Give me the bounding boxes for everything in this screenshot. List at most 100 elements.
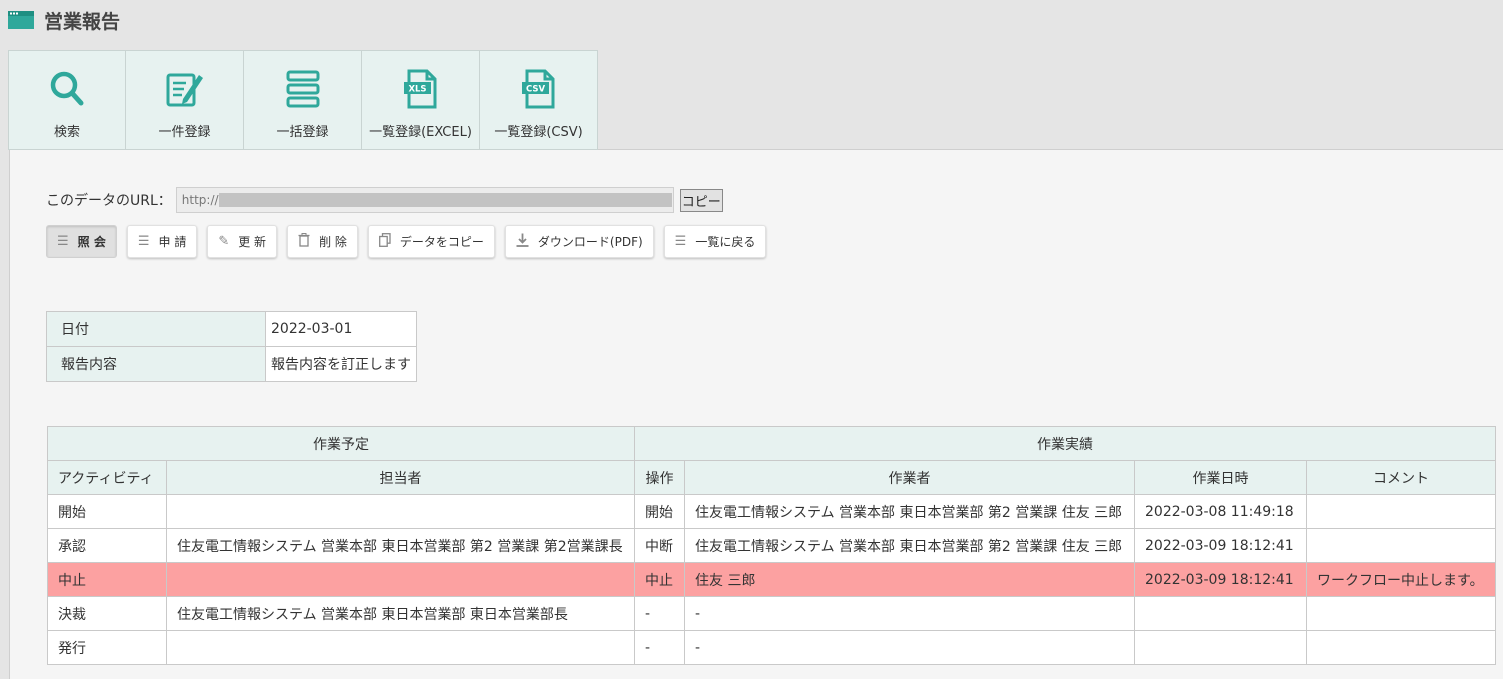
content-panel: このデータのURL： http:// コピー ☰ 照 会 ☰ 申 請 ✎ 更 新… [9, 149, 1503, 679]
toolbar: 検索 一件登録 一括登録 XLS 一覧登録(EXCEL) CSV 一覧登録(CS… [8, 50, 598, 150]
excel-register-label: 一覧登録(EXCEL) [369, 125, 472, 140]
operation-cell: 開始 [634, 494, 685, 529]
list-stack-icon [286, 70, 319, 108]
search-icon [50, 71, 84, 106]
date-label: 日付 [46, 311, 266, 347]
date-value: 2022-03-01 [265, 311, 417, 347]
worker-cell: - [684, 630, 1135, 665]
activity-cell: 開始 [47, 494, 167, 529]
operation-cell: - [634, 596, 685, 631]
worker-cell: 住友電工情報システム 営業本部 東日本営業部 第2 営業課 住友 三郎 [684, 528, 1135, 563]
assignee-header: 担当者 [166, 460, 635, 495]
url-redacted [218, 193, 672, 207]
delete-button-label: 削 除 [319, 235, 347, 249]
update-button[interactable]: ✎ 更 新 [207, 225, 278, 258]
download-icon [516, 233, 529, 251]
trash-icon [298, 232, 310, 251]
view-button-label: 照 会 [77, 235, 106, 249]
back-to-list-button[interactable]: ☰ 一覧に戻る [663, 225, 767, 258]
workflow-group-header: 作業予定 作業実績 [47, 426, 1496, 461]
copy-url-button[interactable]: コピー [679, 188, 723, 212]
pencil-icon: ✎ [218, 234, 230, 249]
edit-form-icon [166, 73, 203, 107]
list-icon: ☰ [674, 234, 687, 249]
comment-cell [1306, 596, 1496, 631]
operation-cell: - [634, 630, 685, 665]
page-header: 営業報告 [8, 6, 120, 34]
apply-button-label: 申 請 [158, 235, 187, 249]
url-field[interactable]: http:// [175, 187, 674, 213]
page-title: 営業報告 [44, 10, 121, 33]
table-row: 開始 開始 住友電工情報システム 営業本部 東日本営業部 第2 営業課 住友 三… [47, 494, 1496, 529]
datetime-cell [1134, 630, 1307, 665]
url-label: このデータのURL： [46, 193, 172, 209]
list-icon: ☰ [137, 234, 150, 249]
copy-icon [378, 232, 391, 251]
download-pdf-button-label: ダウンロード(PDF) [537, 235, 643, 249]
bulk-register-button[interactable]: 一括登録 [244, 50, 362, 150]
table-row: 発行 - - [47, 630, 1496, 665]
actual-group-header: 作業実績 [634, 426, 1496, 461]
csv-register-label: 一覧登録(CSV) [494, 125, 583, 140]
action-bar: ☰ 照 会 ☰ 申 請 ✎ 更 新 削 除 データをコピー ダウンロード(PDF… [46, 225, 776, 258]
csv-badge: CSV [525, 85, 545, 95]
table-row: 決裁 住友電工情報システム 営業本部 東日本営業部 東日本営業部長 - - [47, 596, 1496, 631]
copy-data-button[interactable]: データをコピー [367, 225, 495, 258]
list-icon: ☰ [57, 234, 69, 249]
worker-cell: - [684, 596, 1135, 631]
view-button[interactable]: ☰ 照 会 [46, 225, 117, 258]
datetime-cell: 2022-03-08 11:49:18 [1134, 494, 1307, 529]
worker-cell: 住友 三郎 [684, 562, 1135, 597]
url-prefix: http:// [181, 193, 219, 207]
single-register-button[interactable]: 一件登録 [126, 50, 244, 150]
datetime-cell: 2022-03-09 18:12:41 [1134, 562, 1307, 597]
search-tool-label: 検索 [53, 125, 80, 140]
apply-button[interactable]: ☰ 申 請 [126, 225, 198, 258]
xls-file-icon: XLS [403, 69, 436, 109]
activity-cell: 中止 [47, 562, 167, 597]
activity-header: アクティビティ [47, 460, 167, 495]
xls-badge: XLS [408, 85, 426, 95]
assignee-cell [166, 494, 635, 529]
single-register-label: 一件登録 [158, 125, 211, 140]
delete-button[interactable]: 削 除 [287, 225, 358, 258]
comment-cell [1306, 494, 1496, 529]
update-button-label: 更 新 [238, 235, 267, 249]
copy-data-button-label: データをコピー [399, 235, 484, 249]
content-row: 報告内容 報告内容を訂正します [46, 346, 417, 382]
window-icon [8, 11, 34, 29]
table-row: 承認 住友電工情報システム 営業本部 東日本営業部 第2 営業課 第2営業課長 … [47, 528, 1496, 563]
back-to-list-button-label: 一覧に戻る [695, 235, 756, 249]
assignee-cell: 住友電工情報システム 営業本部 東日本営業部 東日本営業部長 [166, 596, 635, 631]
table-row-highlighted: 中止 中止 住友 三郎 2022-03-09 18:12:41 ワークフロー中止… [47, 562, 1496, 597]
worker-header: 作業者 [684, 460, 1135, 495]
worker-cell: 住友電工情報システム 営業本部 東日本営業部 第2 営業課 住友 三郎 [684, 494, 1135, 529]
url-row: このデータのURL： http:// コピー [46, 187, 723, 213]
activity-cell: 決裁 [47, 596, 167, 631]
comment-cell [1306, 528, 1496, 563]
operation-cell: 中止 [634, 562, 685, 597]
search-tool-button[interactable]: 検索 [8, 50, 126, 150]
content-value: 報告内容を訂正します [265, 346, 417, 382]
download-pdf-button[interactable]: ダウンロード(PDF) [504, 225, 654, 258]
workflow-column-header: アクティビティ 担当者 操作 作業者 作業日時 コメント [47, 460, 1496, 495]
date-row: 日付 2022-03-01 [46, 311, 417, 347]
activity-cell: 承認 [47, 528, 167, 563]
csv-file-icon: CSV [521, 69, 554, 109]
assignee-cell [166, 562, 635, 597]
bulk-register-label: 一括登録 [276, 125, 329, 140]
assignee-cell: 住友電工情報システム 営業本部 東日本営業部 第2 営業課 第2営業課長 [166, 528, 635, 563]
activity-cell: 発行 [47, 630, 167, 665]
record-detail-table: 日付 2022-03-01 報告内容 報告内容を訂正します [46, 311, 417, 382]
comment-cell [1306, 630, 1496, 665]
workflow-table: 作業予定 作業実績 アクティビティ 担当者 操作 作業者 作業日時 コメント 開… [47, 426, 1496, 665]
assignee-cell [166, 630, 635, 665]
datetime-cell: 2022-03-09 18:12:41 [1134, 528, 1307, 563]
plan-group-header: 作業予定 [47, 426, 635, 461]
csv-register-button[interactable]: CSV 一覧登録(CSV) [480, 50, 598, 150]
comment-cell: ワークフロー中止します。 [1306, 562, 1496, 597]
content-label: 報告内容 [46, 346, 266, 382]
operation-cell: 中断 [634, 528, 685, 563]
excel-register-button[interactable]: XLS 一覧登録(EXCEL) [362, 50, 480, 150]
comment-header: コメント [1306, 460, 1496, 495]
